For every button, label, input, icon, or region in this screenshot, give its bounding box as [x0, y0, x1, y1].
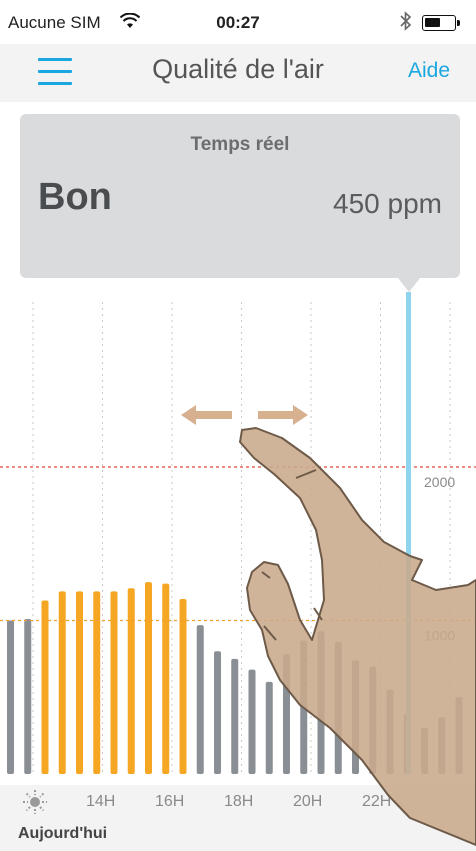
realtime-card: Temps réel Bon 450 ppm	[20, 114, 460, 278]
air-quality-status: Bon	[38, 176, 112, 218]
bar	[369, 666, 377, 774]
card-pointer	[398, 278, 420, 292]
time-cursor	[406, 292, 411, 774]
time-tick-18h: 18H	[224, 793, 254, 810]
bar	[7, 620, 14, 774]
status-bar: Aucune SIM 00:27	[0, 0, 476, 44]
bar	[196, 625, 204, 774]
bar	[352, 660, 359, 774]
bar	[438, 717, 446, 774]
bar	[127, 588, 135, 774]
bar	[76, 591, 83, 774]
realtime-label: Temps réel	[190, 134, 290, 155]
sun-icon	[22, 789, 48, 822]
bar	[24, 618, 32, 774]
co2-chart[interactable]: 2000 1000	[0, 292, 476, 785]
nav-bar: Qualité de l'air Aide	[0, 44, 476, 102]
bar	[317, 631, 325, 774]
bar	[93, 591, 101, 774]
bar	[334, 641, 342, 774]
bar	[300, 640, 308, 774]
bar	[58, 591, 66, 774]
bar	[386, 689, 394, 774]
bar	[248, 669, 256, 774]
bar	[265, 681, 273, 774]
day-label: Aujourd'hui	[18, 825, 108, 842]
bar	[41, 600, 49, 774]
page-title: Qualité de l'air	[152, 54, 324, 84]
time-tick-14h: 14H	[86, 793, 116, 810]
bar	[455, 697, 463, 774]
co2-value: 450 ppm	[333, 188, 442, 219]
bar	[283, 654, 290, 774]
time-tick-16h: 16H	[155, 793, 185, 810]
bar	[145, 582, 152, 774]
bar	[179, 599, 187, 774]
bar	[214, 651, 221, 774]
bluetooth-icon	[400, 11, 412, 36]
y-tick-label: 1000	[424, 628, 455, 644]
bar	[110, 591, 118, 774]
bar	[162, 583, 170, 774]
help-button[interactable]: Aide	[408, 59, 450, 83]
y-tick-label: 2000	[424, 474, 455, 490]
battery-icon	[422, 15, 460, 31]
bar	[231, 658, 239, 774]
time-tick-22h: 22H	[362, 793, 392, 810]
time-tick-20h: 20H	[293, 793, 323, 810]
time-axis: 14H 16H 18H 20H 22H Aujourd'hui	[0, 785, 476, 851]
bar	[421, 727, 428, 774]
